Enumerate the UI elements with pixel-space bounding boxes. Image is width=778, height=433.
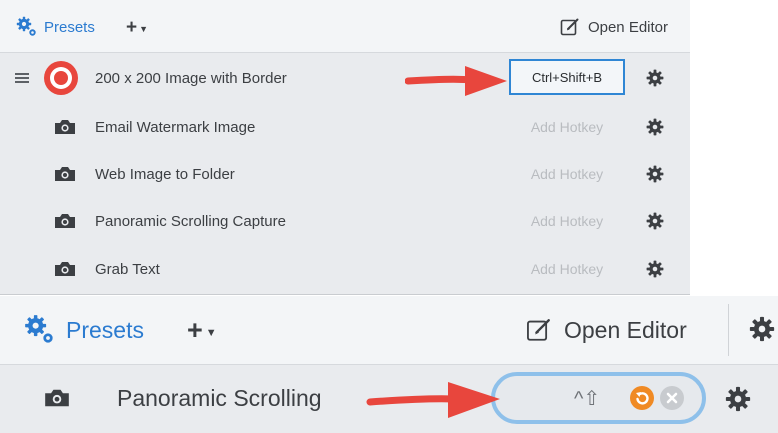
add-hotkey-button[interactable]: Add Hotkey: [509, 151, 625, 197]
hotkey-field[interactable]: Ctrl+Shift+B: [509, 59, 625, 95]
gear-icon[interactable]: [646, 69, 664, 87]
gear-icon[interactable]: [646, 118, 664, 136]
add-hotkey-button[interactable]: Add Hotkey: [509, 104, 625, 150]
open-editor-label: Open Editor: [564, 316, 687, 343]
gear-icon[interactable]: [646, 165, 664, 183]
gear-icon[interactable]: [725, 386, 751, 412]
plus-icon: +: [187, 314, 203, 345]
presets-header: Presets + ▼ Open Editor: [0, 0, 690, 53]
preset-row[interactable]: Web Image to Folder Add Hotkey: [0, 151, 690, 197]
preset-name: Panoramic Scrolling Capture: [95, 212, 286, 230]
capture-record-icon[interactable]: [43, 60, 79, 96]
preset-row[interactable]: Email Watermark Image Add Hotkey: [0, 104, 690, 150]
open-editor-label: Open Editor: [587, 18, 668, 36]
preset-row[interactable]: 200 x 200 Image with Border Ctrl+Shift+B: [0, 55, 690, 101]
add-preset-button[interactable]: + ▼: [126, 15, 148, 39]
open-editor-button[interactable]: Open Editor: [526, 314, 687, 346]
preset-row[interactable]: Grab Text Add Hotkey: [0, 246, 690, 292]
drag-handle-icon[interactable]: [15, 72, 29, 84]
camera-icon: [44, 388, 70, 408]
edit-icon: [526, 317, 552, 343]
caret-down-icon: ▼: [205, 327, 217, 339]
camera-icon: [54, 261, 76, 277]
annotation-arrow-icon: [366, 378, 502, 422]
preset-name: 200 x 200 Image with Border: [95, 69, 287, 87]
annotation-arrow-icon: [405, 62, 509, 100]
presets-panel-top: Presets + ▼ Open Editor 200 x 200 Image …: [0, 0, 690, 295]
hotkey-keys: ^⇧: [574, 387, 601, 410]
camera-icon: [54, 213, 76, 229]
presets-label: Presets: [44, 18, 95, 36]
camera-icon: [54, 166, 76, 182]
camera-icon: [54, 119, 76, 135]
preset-name: Grab Text: [95, 260, 160, 278]
gear-icon[interactable]: [646, 260, 664, 278]
preset-row[interactable]: Panoramic Scrolling Capture Add Hotkey: [0, 198, 690, 244]
presets-label: Presets: [66, 316, 144, 343]
open-editor-button[interactable]: Open Editor: [560, 15, 668, 39]
caret-down-icon: ▼: [139, 24, 149, 34]
add-hotkey-button[interactable]: Add Hotkey: [509, 198, 625, 244]
reset-hotkey-icon[interactable]: [630, 386, 654, 410]
gears-icon: [16, 16, 38, 38]
presets-header: Presets + ▼ Open Editor: [0, 296, 778, 365]
presets-menu-button[interactable]: Presets: [24, 314, 144, 346]
presets-menu-button[interactable]: Presets: [16, 15, 95, 39]
gear-icon[interactable]: [646, 212, 664, 230]
header-divider: [728, 304, 729, 356]
edit-icon: [560, 17, 580, 37]
preset-name: Email Watermark Image: [95, 118, 256, 136]
add-preset-button[interactable]: + ▼: [187, 314, 217, 346]
clear-hotkey-icon[interactable]: [660, 386, 684, 410]
add-hotkey-button[interactable]: Add Hotkey: [509, 246, 625, 292]
gear-icon[interactable]: [749, 316, 775, 342]
gears-icon: [24, 314, 56, 346]
preset-name: Panoramic Scrolling: [117, 385, 322, 411]
presets-panel-bottom: Presets + ▼ Open Editor Panoramic Scroll…: [0, 296, 778, 433]
preset-name: Web Image to Folder: [95, 165, 235, 183]
plus-icon: +: [126, 16, 138, 38]
